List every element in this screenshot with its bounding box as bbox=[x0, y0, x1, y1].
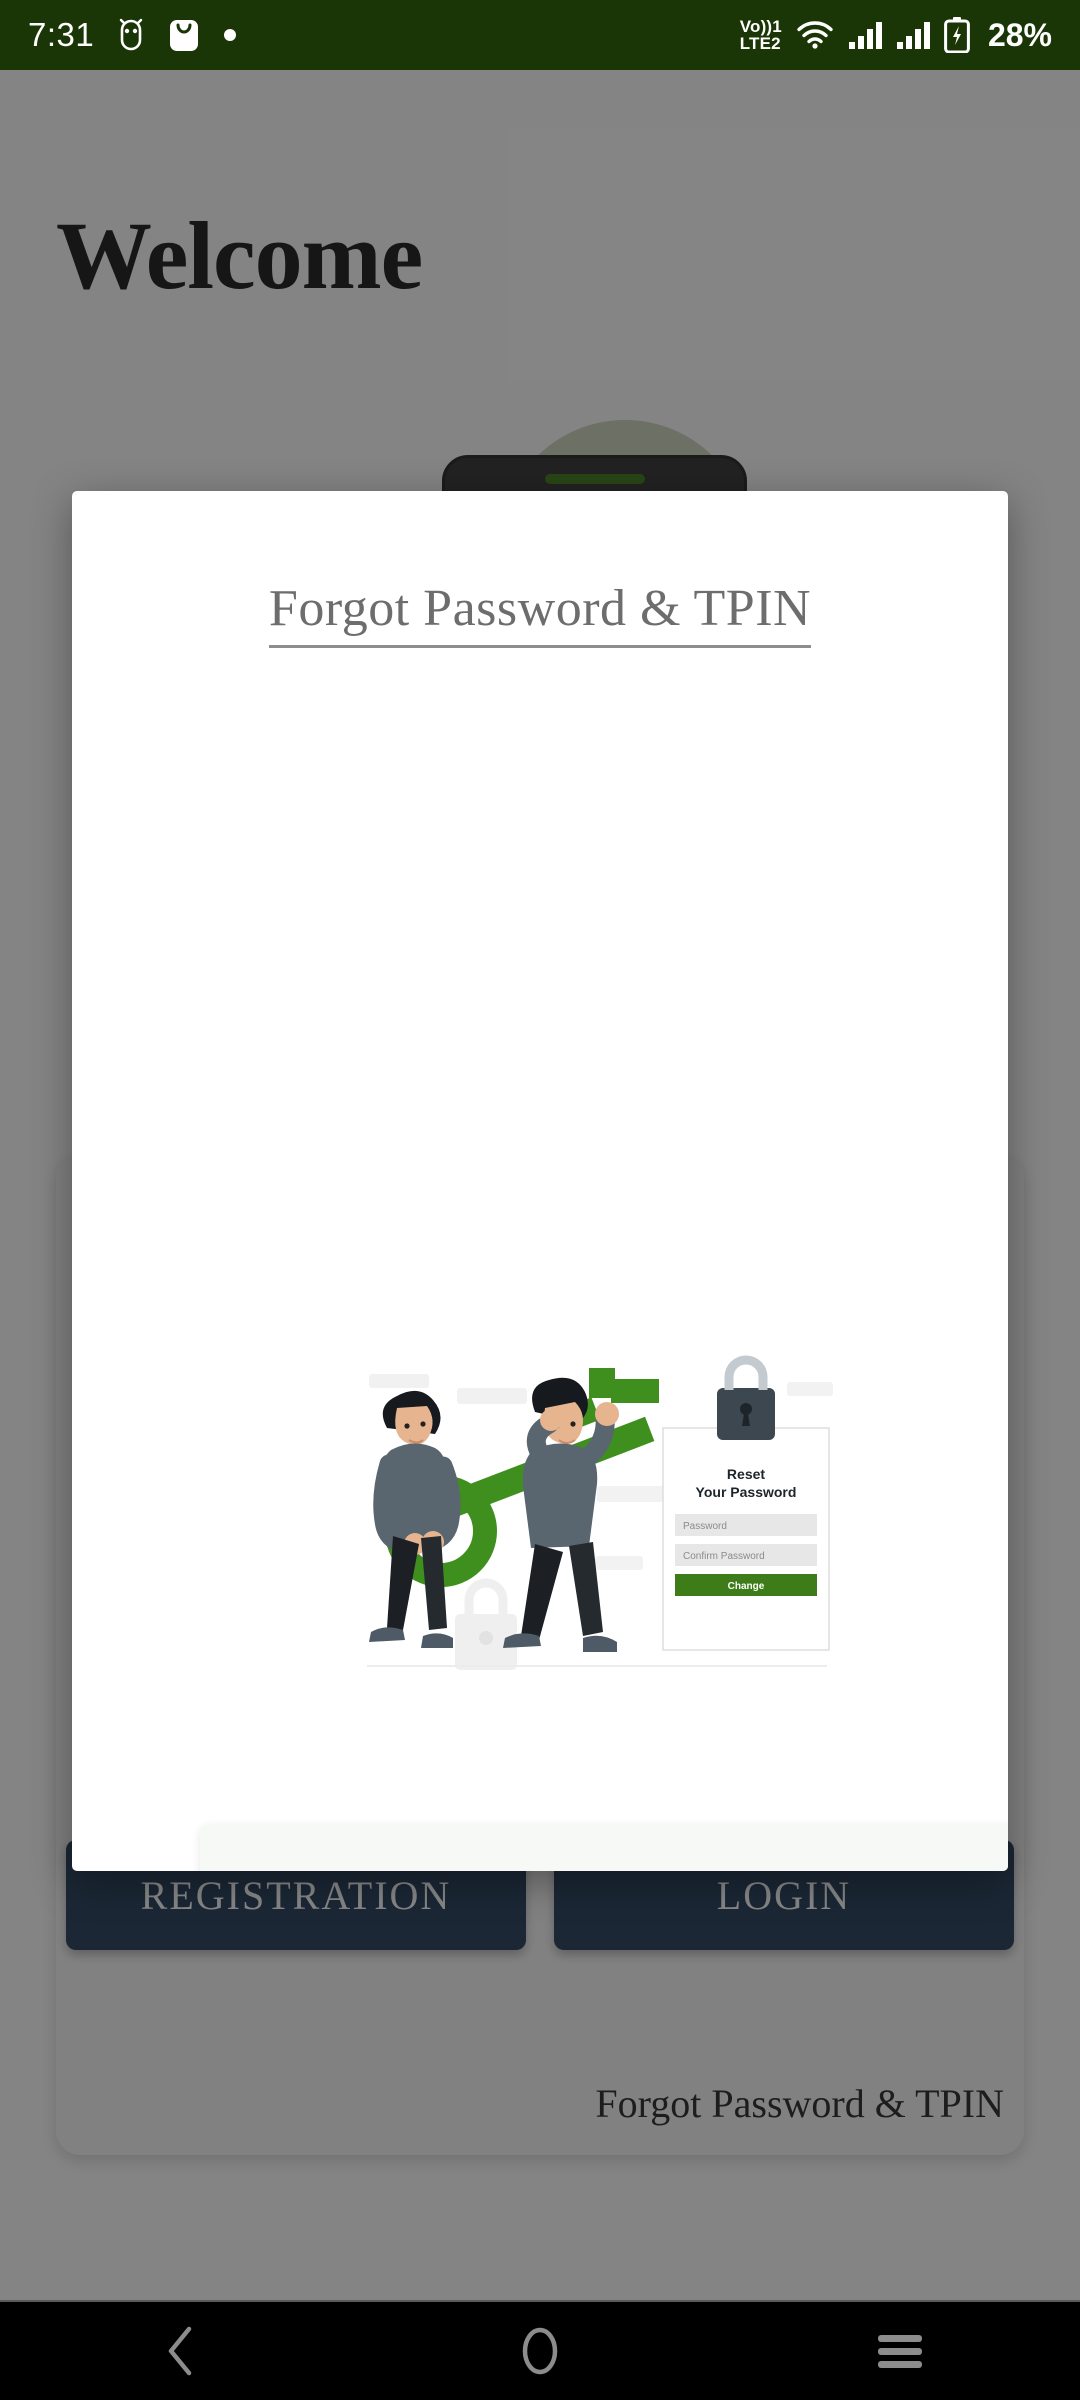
status-bar-right: Vo))1 LTE2 28% bbox=[740, 17, 1052, 54]
forgot-password-dialog: Forgot Password & TPIN Reset Your Passwo… bbox=[72, 491, 1008, 1871]
dot-icon bbox=[224, 29, 237, 41]
back-button[interactable] bbox=[0, 2302, 360, 2400]
reset-password-illustration: Reset Your Password Password Confirm Pas… bbox=[357, 1346, 837, 1681]
illus-card-title-line1: Reset bbox=[727, 1466, 765, 1482]
back-icon bbox=[168, 2326, 192, 2376]
volte-line1: Vo))1 bbox=[739, 17, 782, 36]
illus-change-button: Change bbox=[728, 1581, 765, 1592]
shopping-bag-icon bbox=[170, 20, 199, 51]
volte-line2: LTE2 bbox=[739, 34, 781, 53]
signal-bars-2-icon bbox=[896, 22, 930, 49]
home-icon bbox=[522, 2327, 558, 2375]
wifi-icon bbox=[797, 21, 833, 49]
illus-card-title-line2: Your Password bbox=[696, 1484, 797, 1500]
android-bug-icon bbox=[120, 18, 143, 51]
mobile-form-card: Mobile Number SUBMIT CANCEL bbox=[200, 1824, 1008, 1871]
volte-icon: Vo))1 LTE2 bbox=[740, 18, 782, 52]
battery-percent: 28% bbox=[987, 16, 1052, 53]
home-button[interactable] bbox=[360, 2302, 720, 2400]
recents-icon bbox=[878, 2335, 922, 2368]
status-bar-left: 7:31 bbox=[28, 16, 238, 54]
dialog-title: Forgot Password & TPIN bbox=[72, 579, 1008, 648]
status-time: 7:31 bbox=[28, 16, 95, 53]
phone-screen: Welcome REGISTRATION LOGIN Forgot Passwo… bbox=[0, 0, 1080, 2400]
signal-bars-icon bbox=[848, 22, 882, 49]
dialog-title-text: Forgot Password & TPIN bbox=[268, 580, 812, 648]
battery-charging-icon bbox=[944, 17, 970, 53]
status-bar: 7:31 Vo))1 LTE2 28% bbox=[0, 0, 1080, 70]
system-navigation-bar bbox=[0, 2300, 1080, 2400]
recents-button[interactable] bbox=[720, 2302, 1080, 2400]
illus-password-field: Password bbox=[683, 1521, 727, 1532]
illus-confirm-password-field: Confirm Password bbox=[683, 1551, 765, 1562]
